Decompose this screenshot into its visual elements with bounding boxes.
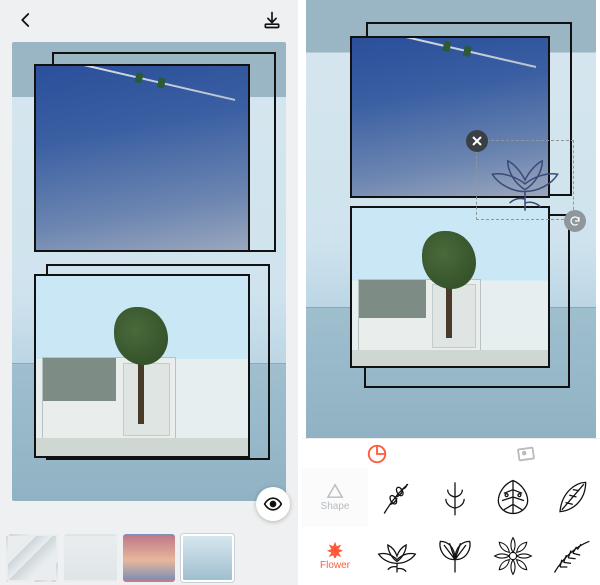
- thumbnail-blank[interactable]: [240, 534, 292, 582]
- preview-toggle-button[interactable]: [256, 487, 290, 521]
- category-flower[interactable]: Flower: [302, 527, 368, 585]
- sticker-lotus[interactable]: [373, 532, 421, 580]
- tab-photo[interactable]: [506, 440, 546, 468]
- category-label: Shape: [321, 501, 350, 512]
- category-label: Flower: [320, 560, 350, 571]
- flower-icon: [326, 540, 344, 558]
- sticker-selection-box[interactable]: [476, 140, 574, 220]
- left-canvas[interactable]: [12, 42, 286, 501]
- sticker-grid: [368, 468, 600, 585]
- thumbnail-plain[interactable]: [64, 534, 116, 582]
- left-screen: [0, 0, 298, 585]
- right-screen: Shape Flower: [302, 0, 600, 585]
- background-thumbnail-strip: [0, 531, 298, 585]
- sticker-delete-button[interactable]: [466, 130, 488, 152]
- category-shape[interactable]: Shape: [302, 468, 368, 527]
- photo-building[interactable]: [34, 274, 250, 458]
- back-button[interactable]: [12, 6, 40, 34]
- sticker-ginkgo[interactable]: [431, 532, 479, 580]
- left-topbar: [0, 0, 298, 40]
- tab-sticker[interactable]: [357, 440, 397, 468]
- sticker-branch-b[interactable]: [431, 473, 479, 521]
- ground-graphic: [36, 438, 248, 456]
- building-graphic: [42, 357, 175, 445]
- sticker-monstera[interactable]: [489, 473, 537, 521]
- thumbnail-sunset[interactable]: [123, 534, 175, 582]
- building-graphic: [358, 279, 482, 357]
- sticker-mandala[interactable]: [489, 532, 537, 580]
- triangle-icon: [326, 483, 344, 499]
- crane-graphic: [74, 64, 236, 101]
- thumbnail-marble[interactable]: [6, 534, 58, 582]
- sticker-rotate-handle[interactable]: [564, 210, 586, 232]
- tree-graphic: [446, 265, 452, 338]
- ground-graphic: [352, 350, 548, 366]
- photo-building[interactable]: [350, 206, 550, 368]
- sticker-lotus[interactable]: [477, 141, 573, 219]
- photo-sky[interactable]: [34, 64, 250, 252]
- download-button[interactable]: [258, 6, 286, 34]
- right-canvas[interactable]: [306, 0, 596, 438]
- sticker-category-list: Shape Flower: [302, 468, 369, 585]
- sticker-fern[interactable]: [547, 532, 595, 580]
- sticker-branch-a[interactable]: [373, 473, 421, 521]
- editor-mode-tabbar: [302, 438, 600, 470]
- crane-graphic: [387, 36, 536, 68]
- thumbnail-sea[interactable]: [181, 534, 233, 582]
- sticker-leaf[interactable]: [547, 473, 595, 521]
- tree-graphic: [138, 341, 144, 424]
